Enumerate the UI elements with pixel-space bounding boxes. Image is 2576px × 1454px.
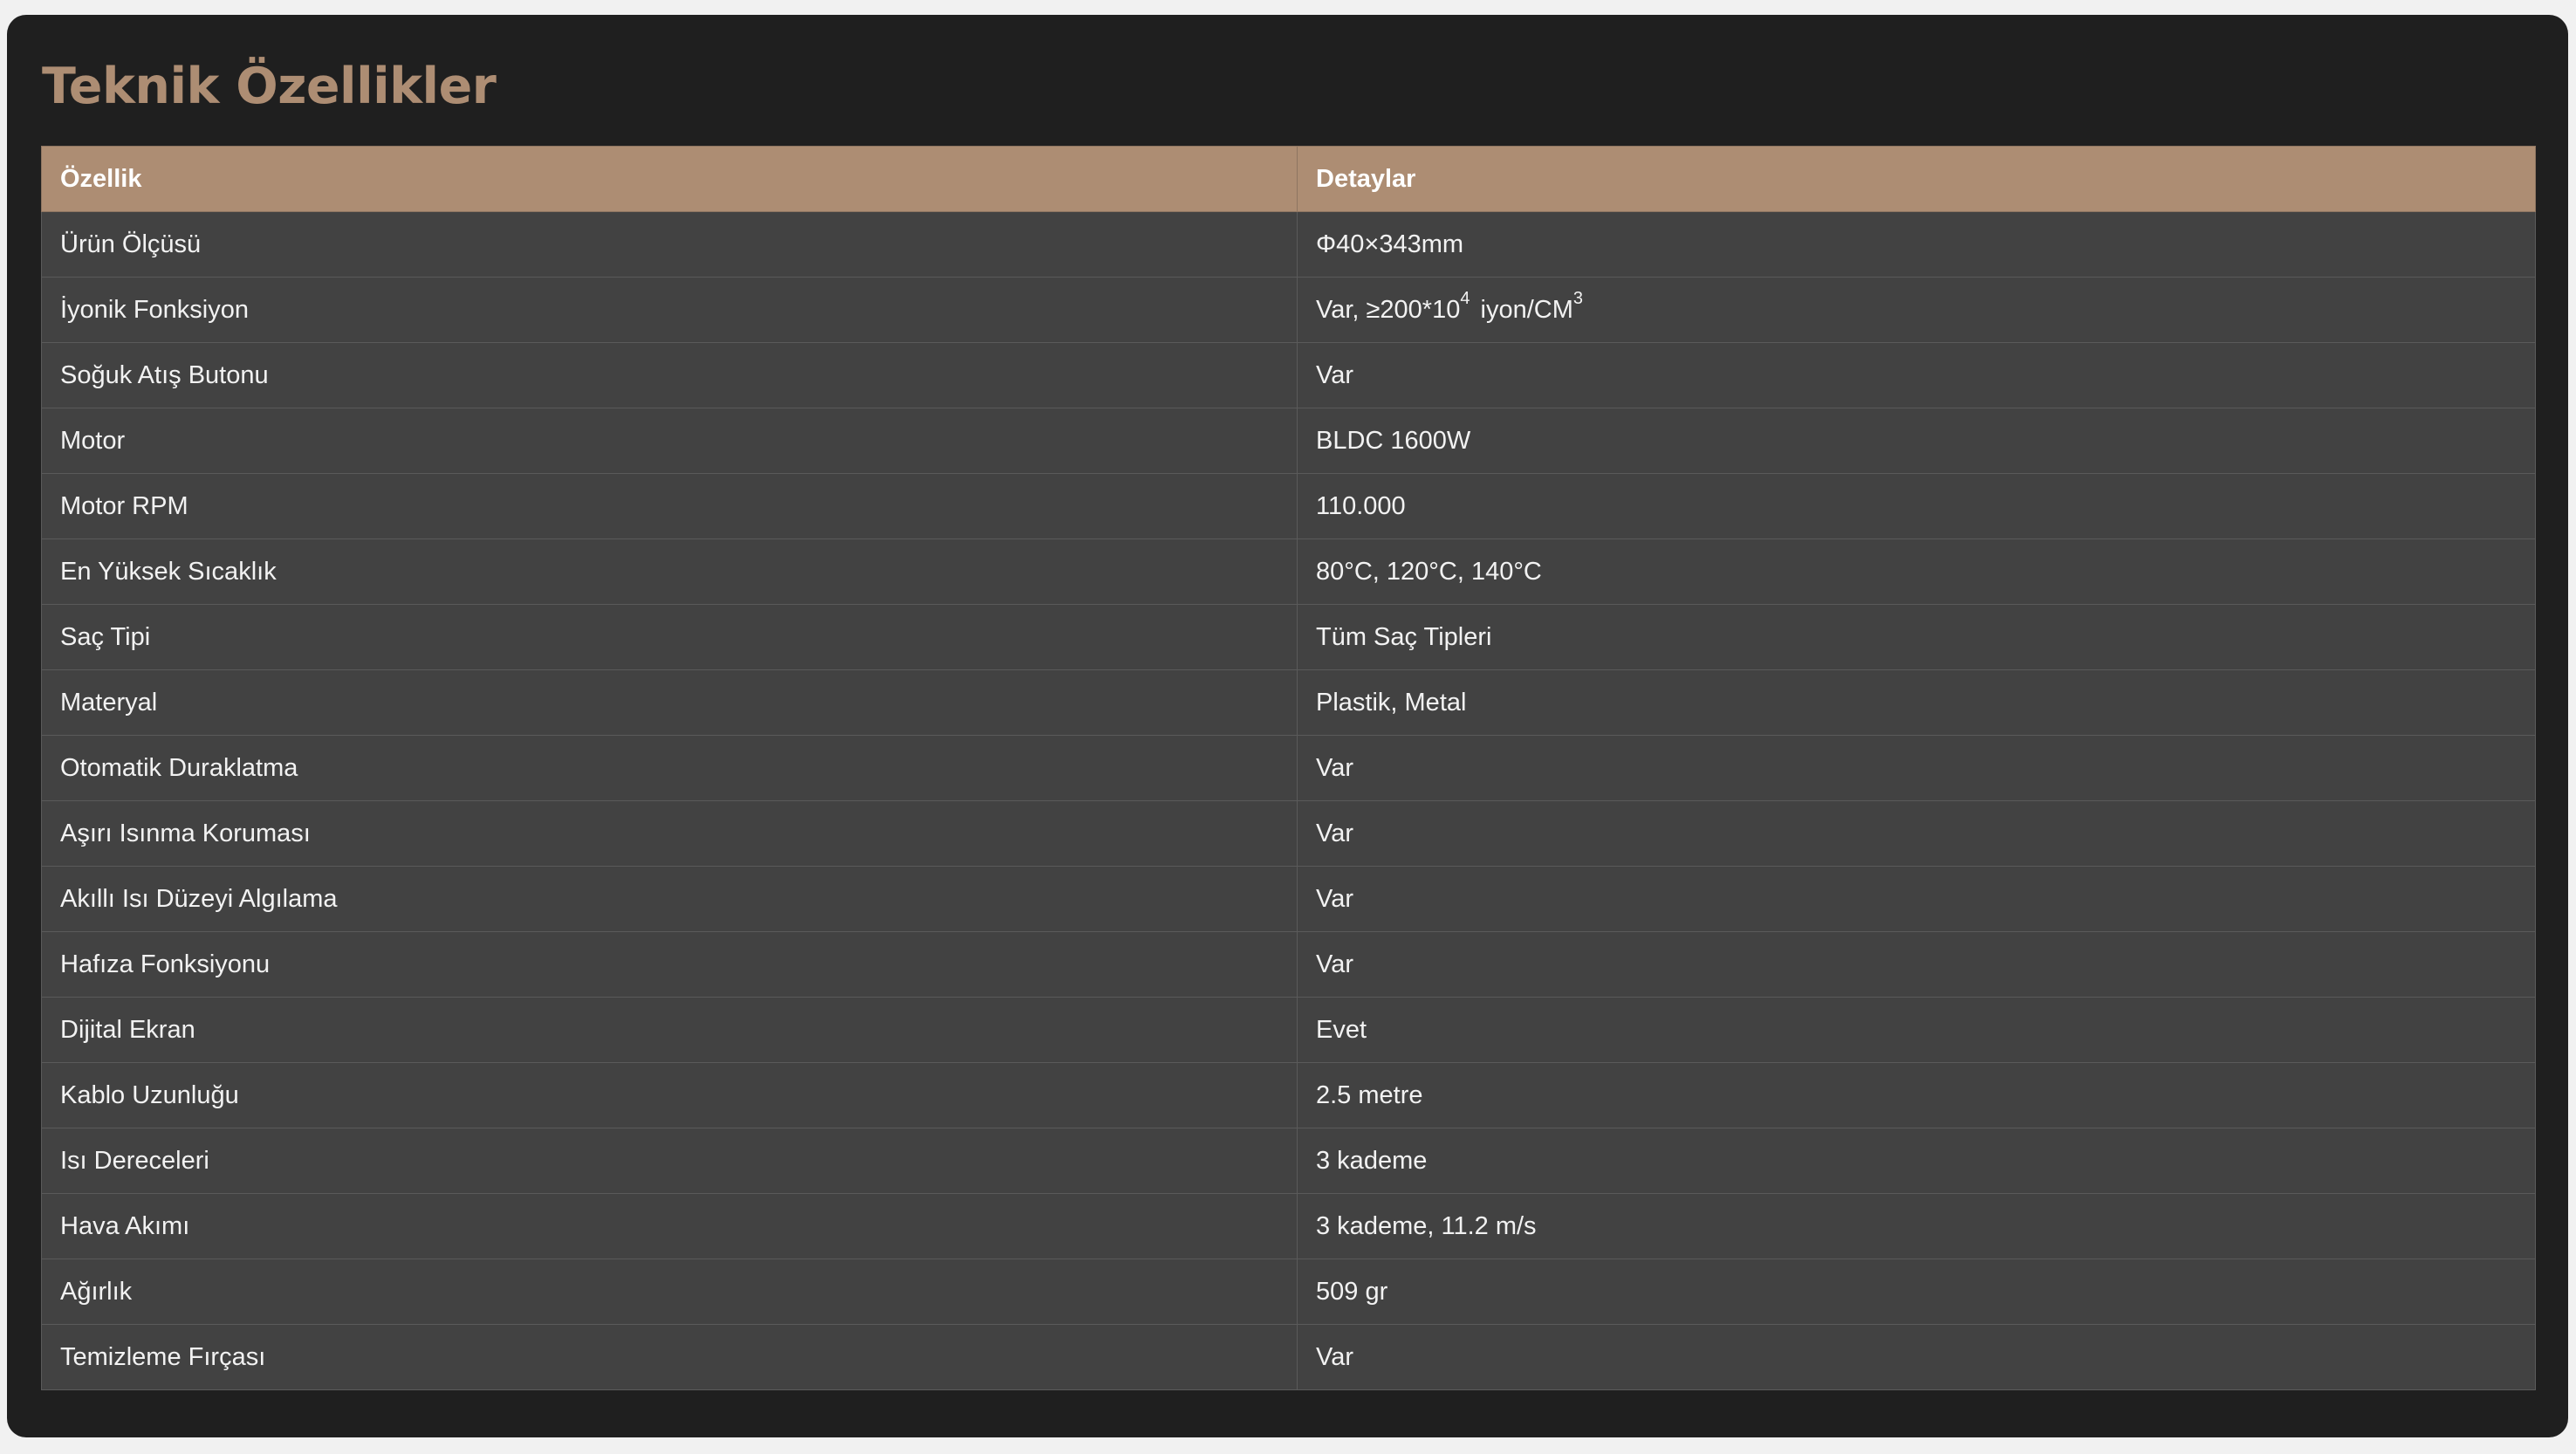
table-header-row: Özellik Detaylar — [41, 146, 2536, 212]
feature-cell: Temizleme Fırçası — [41, 1324, 1298, 1390]
feature-cell: Soğuk Atış Butonu — [41, 342, 1298, 408]
detail-cell: Φ40×343mm — [1297, 211, 2536, 278]
feature-cell: Materyal — [41, 669, 1298, 736]
table-row: Hafıza Fonksiyonu Var — [41, 931, 2536, 998]
spec-panel: Teknik Özellikler Özellik Detaylar Ürün … — [7, 15, 2568, 1437]
detail-cell: 3 kademe, 11.2 m/s — [1297, 1193, 2536, 1259]
detail-cell: Var — [1297, 800, 2536, 867]
table-row: Kablo Uzunluğu 2.5 metre — [41, 1062, 2536, 1128]
detail-cell: Var, ≥200*104 iyon/CM3 — [1297, 277, 2536, 343]
table-row: Motor BLDC 1600W — [41, 408, 2536, 474]
column-header-details: Detaylar — [1297, 146, 2536, 212]
table-row: Temizleme Fırçası Var — [41, 1324, 2536, 1390]
feature-cell: Isı Dereceleri — [41, 1128, 1298, 1194]
feature-cell: En Yüksek Sıcaklık — [41, 538, 1298, 605]
column-header-feature: Özellik — [41, 146, 1298, 212]
detail-cell: Evet — [1297, 997, 2536, 1063]
detail-cell: 110.000 — [1297, 473, 2536, 539]
feature-cell: İyonik Fonksiyon — [41, 277, 1298, 343]
table-row: Ağırlık 509 gr — [41, 1259, 2536, 1325]
feature-cell: Motor — [41, 408, 1298, 474]
table-row: Saç Tipi Tüm Saç Tipleri — [41, 604, 2536, 670]
table-row: İyonik Fonksiyon Var, ≥200*104 iyon/CM3 — [41, 277, 2536, 343]
detail-cell: 509 gr — [1297, 1259, 2536, 1325]
table-row: Motor RPM 110.000 — [41, 473, 2536, 539]
detail-cell: Var — [1297, 931, 2536, 998]
feature-cell: Motor RPM — [41, 473, 1298, 539]
exponent: 4 — [1460, 288, 1470, 308]
detail-cell: BLDC 1600W — [1297, 408, 2536, 474]
table-row: En Yüksek Sıcaklık 80°C, 120°C, 140°C — [41, 538, 2536, 605]
table-row: Dijital Ekran Evet — [41, 997, 2536, 1063]
feature-cell: Dijital Ekran — [41, 997, 1298, 1063]
detail-cell: Plastik, Metal — [1297, 669, 2536, 736]
detail-text: iyon/CM — [1473, 295, 1573, 324]
feature-cell: Saç Tipi — [41, 604, 1298, 670]
exponent: 3 — [1572, 288, 1584, 308]
table-row: Otomatik Duraklatma Var — [41, 735, 2536, 801]
detail-text: Var, ≥200*10 — [1316, 295, 1461, 324]
feature-cell: Akıllı Isı Düzeyi Algılama — [41, 866, 1298, 932]
feature-cell: Hava Akımı — [41, 1193, 1298, 1259]
feature-cell: Otomatik Duraklatma — [41, 735, 1298, 801]
detail-cell: Var — [1297, 735, 2536, 801]
table-row: Akıllı Isı Düzeyi Algılama Var — [41, 866, 2536, 932]
table-row: Soğuk Atış Butonu Var — [41, 342, 2536, 408]
table-row: Materyal Plastik, Metal — [41, 669, 2536, 736]
feature-cell: Kablo Uzunluğu — [41, 1062, 1298, 1128]
detail-cell: Var — [1297, 866, 2536, 932]
detail-cell: 2.5 metre — [1297, 1062, 2536, 1128]
feature-cell: Aşırı Isınma Koruması — [41, 800, 1298, 867]
detail-cell: 3 kademe — [1297, 1128, 2536, 1194]
feature-cell: Ürün Ölçüsü — [41, 211, 1298, 278]
detail-cell: Var — [1297, 342, 2536, 408]
detail-cell: 80°C, 120°C, 140°C — [1297, 538, 2536, 605]
feature-cell: Ağırlık — [41, 1259, 1298, 1325]
detail-cell: Var — [1297, 1324, 2536, 1390]
page-title: Teknik Özellikler — [42, 58, 497, 115]
spec-table: Özellik Detaylar Ürün Ölçüsü Φ40×343mm İ… — [41, 146, 2536, 1390]
detail-cell: Tüm Saç Tipleri — [1297, 604, 2536, 670]
table-row: Hava Akımı 3 kademe, 11.2 m/s — [41, 1193, 2536, 1259]
table-row: Isı Dereceleri 3 kademe — [41, 1128, 2536, 1194]
table-row: Aşırı Isınma Koruması Var — [41, 800, 2536, 867]
feature-cell: Hafıza Fonksiyonu — [41, 931, 1298, 998]
table-row: Ürün Ölçüsü Φ40×343mm — [41, 211, 2536, 278]
